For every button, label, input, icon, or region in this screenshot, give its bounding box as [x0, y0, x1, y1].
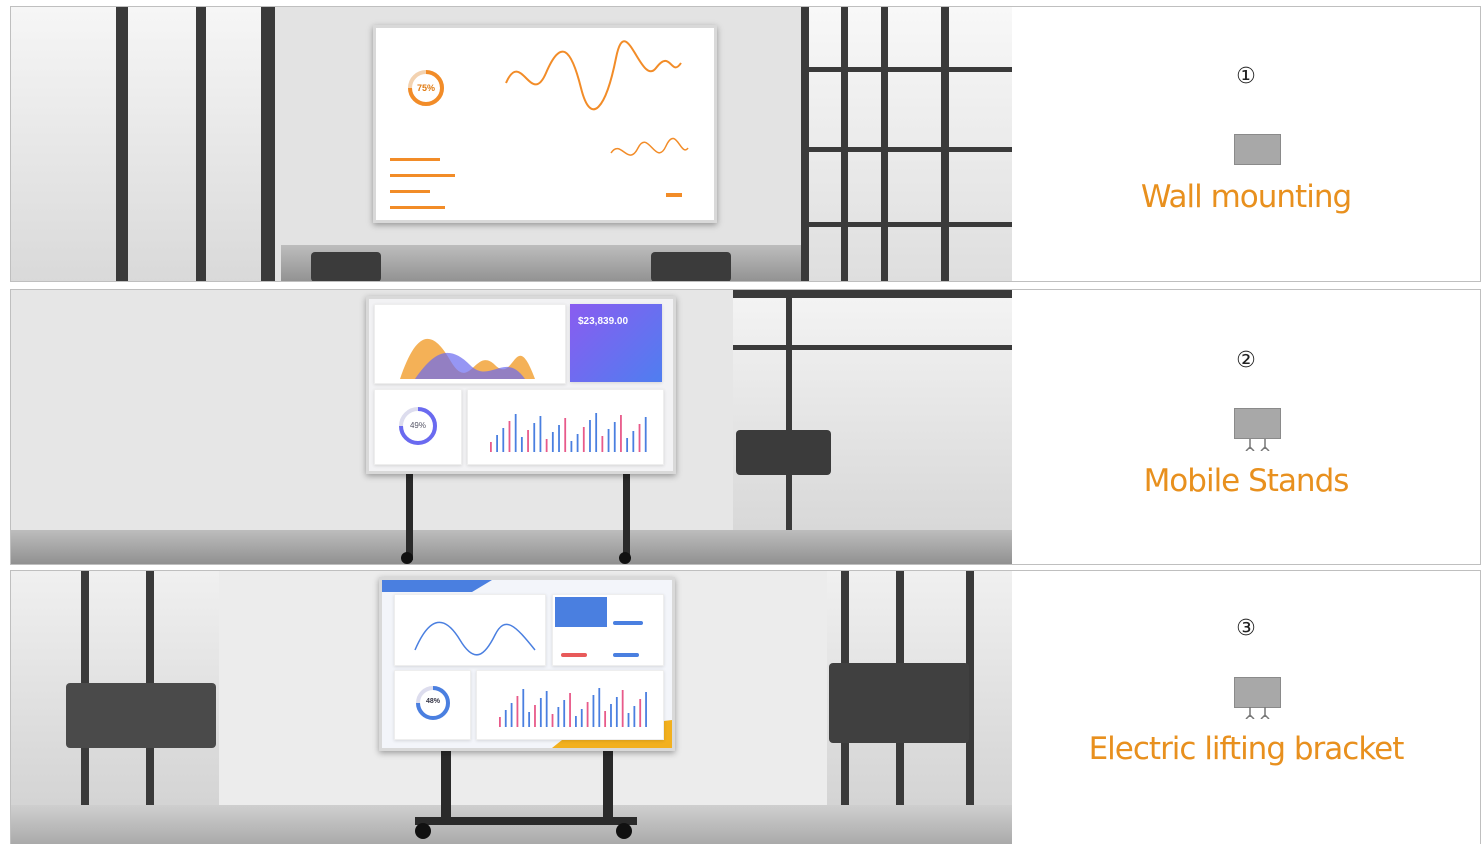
stand-column: [603, 743, 613, 821]
tasks-card: [552, 594, 664, 666]
mobile-stands-photo: $23,839.00 49%: [11, 290, 1013, 564]
floor: [11, 530, 1012, 564]
option-label: Mobile Stands: [1143, 463, 1350, 499]
window-right: [803, 7, 1012, 281]
stand-column: [441, 743, 451, 821]
window-frame: [803, 147, 1012, 152]
window-frame: [786, 290, 792, 530]
electric-bracket-icon: [1234, 677, 1281, 708]
meeting-chairs: [736, 430, 831, 475]
wheel: [619, 552, 631, 564]
option-row-electric-lifting-bracket: 48% ③ Electric lifting bracket: [10, 570, 1481, 844]
meeting-chairs: [829, 663, 969, 743]
line-chart-card: [394, 594, 546, 666]
dashboard-graphic: [390, 40, 689, 209]
option-label: Electric lifting bracket: [1088, 731, 1405, 767]
window-frame: [803, 222, 1012, 227]
area-chart-card: [374, 304, 566, 384]
mobile-stand-icon: [1234, 408, 1281, 439]
gauge-card: 48%: [394, 670, 471, 740]
window-frame: [841, 7, 848, 281]
electric-display: 48%: [379, 577, 675, 751]
option-label: Wall mounting: [1140, 179, 1352, 215]
bar-chart-card: [467, 389, 664, 465]
option-number: ②: [1236, 348, 1256, 373]
window-frame: [941, 7, 949, 281]
amount-card: $23,839.00: [570, 304, 662, 382]
office-desk: [66, 683, 216, 748]
gauge-card: 49%: [374, 389, 462, 465]
gauge-value: 75%: [416, 83, 435, 93]
gauge-value: 49%: [409, 421, 426, 430]
wall-mounting-info: ① Wall mounting: [1012, 7, 1480, 281]
option-number: ①: [1236, 64, 1256, 89]
window-left: [11, 7, 271, 281]
wall-mounting-photo: 75%: [11, 7, 1013, 281]
amount-value: $23,839.00: [578, 316, 629, 327]
option-row-wall-mounting: 75% ① Wall mounting: [10, 6, 1481, 282]
wall-display: 75%: [373, 25, 717, 223]
wheel: [616, 823, 632, 839]
chair: [651, 252, 731, 281]
window-frame: [261, 7, 275, 281]
stand-legs-icon: [1245, 707, 1270, 719]
option-number: ③: [1236, 616, 1256, 641]
wall-mount-icon: [1234, 134, 1281, 165]
window-frame: [116, 7, 128, 281]
bar-chart-card: [476, 670, 664, 740]
window-frame: [803, 67, 1012, 72]
stand-legs-icon: [1245, 439, 1270, 451]
window-frame: [801, 7, 809, 281]
stand-base: [415, 817, 637, 825]
wheel: [415, 823, 431, 839]
stand-leg: [406, 468, 413, 560]
electric-lifting-info: ③ Electric lifting bracket: [1012, 571, 1480, 844]
wheel: [401, 552, 413, 564]
window-frame: [733, 345, 1012, 350]
electric-lifting-photo: 48%: [11, 571, 1013, 844]
window-frame: [733, 290, 1012, 298]
mobile-display: $23,839.00 49%: [366, 296, 676, 474]
stand-leg: [623, 468, 630, 560]
chair: [311, 252, 381, 281]
gauge-value: 48%: [425, 698, 440, 705]
window-right: [733, 290, 1012, 530]
mobile-stands-info: ② Mobile Stands: [1012, 290, 1480, 564]
option-row-mobile-stands: $23,839.00 49% ② Mobile Stands: [10, 289, 1481, 565]
window-frame: [881, 7, 888, 281]
window-frame: [196, 7, 206, 281]
